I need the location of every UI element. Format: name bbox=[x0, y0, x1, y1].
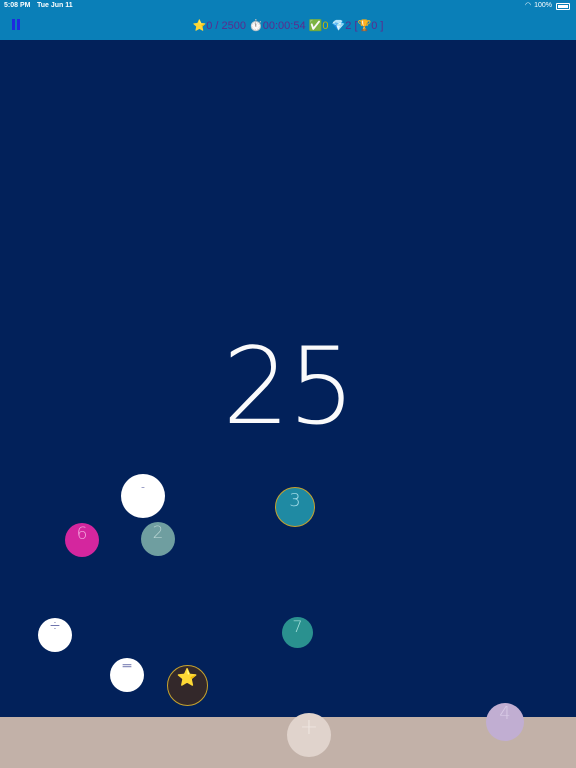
battery-icon bbox=[556, 2, 570, 10]
number-ball-6[interactable]: 6 bbox=[65, 523, 99, 557]
gem-icon: 💎 bbox=[331, 20, 346, 32]
timer-icon: ⏱️ bbox=[249, 20, 263, 32]
top-bar: ⭐0 / 2500 ⏱️00:00:54 ✅0 💎2 [🏆0 ] bbox=[0, 12, 576, 40]
check-count: 0 bbox=[322, 20, 329, 32]
ball-label: + bbox=[299, 715, 319, 740]
ball-label: 7 bbox=[292, 617, 303, 636]
equals-operator-ball[interactable]: = bbox=[110, 658, 144, 692]
status-time: 5:08 PM bbox=[4, 2, 31, 9]
ball-label: ⭐ bbox=[176, 668, 199, 688]
stars-score: 0 / 2500 bbox=[206, 20, 246, 32]
battery-percent: 100% bbox=[534, 2, 552, 9]
check-icon: ✅ bbox=[308, 20, 323, 32]
trophy-count: 0 bbox=[371, 20, 378, 32]
ball-label: 4 bbox=[499, 703, 511, 724]
wifi-icon: ◠ bbox=[524, 2, 532, 9]
status-bar: 5:08 PM Tue Jun 11 ◠ 100% bbox=[0, 0, 576, 12]
ball-label: 2 bbox=[152, 523, 164, 543]
number-ball-2[interactable]: 2 bbox=[141, 522, 175, 556]
trophy-bracket-close: ] bbox=[380, 20, 384, 32]
status-indicators: ◠ 100% bbox=[525, 0, 570, 12]
number-ball-7[interactable]: 7 bbox=[282, 617, 313, 648]
target-number: 25 bbox=[222, 325, 356, 448]
ball-label: 3 bbox=[289, 490, 301, 511]
star-icon: ⭐ bbox=[192, 20, 207, 32]
plus-operator-ball[interactable]: + bbox=[287, 713, 331, 757]
trophy-icon: 🏆 bbox=[357, 20, 372, 32]
minus-operator-ball[interactable]: - bbox=[121, 474, 165, 518]
ball-label: - bbox=[141, 480, 145, 493]
score-hud: ⭐0 / 2500 ⏱️00:00:54 ✅0 💎2 [🏆0 ] bbox=[0, 12, 576, 40]
star-bonus-ball[interactable]: ⭐ bbox=[167, 665, 208, 706]
status-date: Tue Jun 11 bbox=[37, 2, 73, 9]
number-ball-4[interactable]: 4 bbox=[486, 703, 524, 741]
ball-label: 6 bbox=[76, 524, 88, 544]
gem-count: 2 bbox=[345, 20, 352, 32]
divide-operator-ball[interactable]: ÷ bbox=[38, 618, 72, 652]
timer-value: 00:00:54 bbox=[262, 20, 306, 32]
ball-label: ÷ bbox=[49, 618, 61, 634]
ball-label: = bbox=[121, 658, 133, 674]
number-ball-3[interactable]: 3 bbox=[275, 487, 315, 527]
